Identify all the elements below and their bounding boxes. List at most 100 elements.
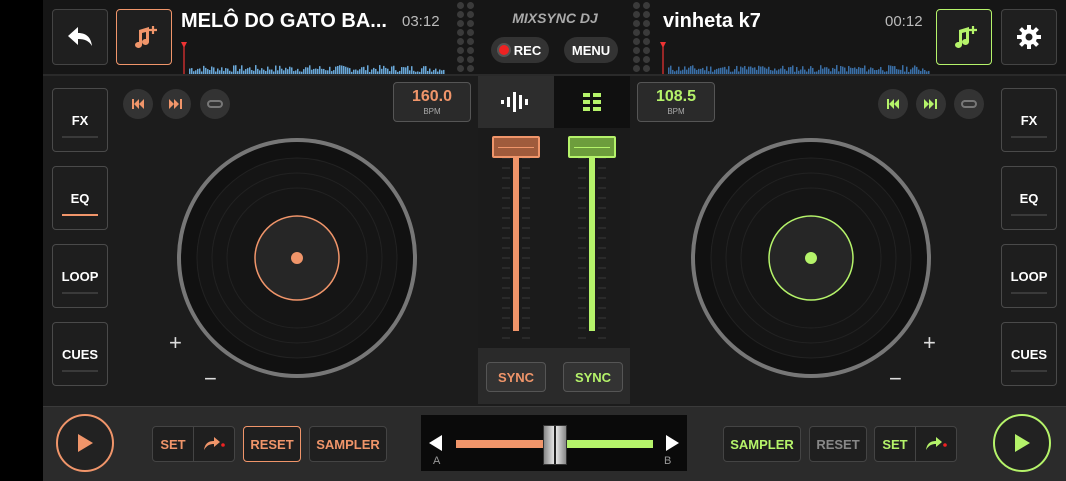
waveform-bar	[313, 68, 315, 74]
waveform-bar	[413, 70, 415, 74]
waveform-bar	[910, 69, 912, 74]
waveform-bar	[347, 67, 349, 74]
deck-b-eq-button[interactable]: EQ	[1001, 166, 1057, 230]
deck-a-next-button[interactable]	[161, 89, 191, 119]
deck-a-cue-jump-button[interactable]	[193, 426, 235, 462]
deck-b-turntable[interactable]	[690, 137, 932, 379]
waveform-bar	[898, 69, 900, 74]
deck-a-loop-button[interactable]: LOOP	[52, 244, 108, 308]
back-button[interactable]	[52, 9, 108, 65]
deck-b-add-music-button[interactable]	[936, 9, 992, 65]
deck-b-reset-button[interactable]: RESET	[809, 426, 867, 462]
waveform-bar	[239, 68, 241, 74]
waveform-bar	[429, 68, 431, 74]
deck-b-sampler-button[interactable]: SAMPLER	[723, 426, 801, 462]
waveform-bar	[892, 66, 894, 74]
deck-a-bpm-display[interactable]: 160.0 BPM	[393, 82, 471, 122]
deck-a-fader-handle[interactable]	[492, 136, 540, 158]
waveform-bar	[820, 65, 822, 74]
deck-b-fx-button[interactable]: FX	[1001, 88, 1057, 152]
deck-b-sync-button[interactable]: SYNC	[563, 362, 623, 392]
waveform-bar	[874, 70, 876, 74]
deck-a-reset-button[interactable]: RESET	[243, 426, 301, 462]
meter-dot	[467, 56, 474, 63]
cues-label: CUES	[1010, 346, 1048, 362]
deck-a-previous-button[interactable]	[123, 89, 153, 119]
crossfader[interactable]: A B	[421, 415, 687, 471]
menu-button[interactable]: MENU	[564, 37, 618, 63]
deck-b-loop-button[interactable]: LOOP	[1001, 244, 1057, 308]
deck-a-level-meter	[457, 2, 475, 74]
waveform-bar	[834, 68, 836, 74]
deck-b-next-button[interactable]	[916, 89, 946, 119]
waveform-bar	[301, 71, 303, 74]
deck-a-waveform[interactable]	[181, 40, 445, 74]
deck-b-cue-jump-button[interactable]	[915, 426, 957, 462]
waveform-bar	[443, 69, 445, 74]
deck-a-turntable[interactable]	[176, 137, 418, 379]
waveform-bar	[361, 67, 363, 74]
crossfader-left-arrow-icon[interactable]	[429, 435, 443, 451]
deck-a-eq-button[interactable]: EQ	[52, 166, 108, 230]
grid-icon	[583, 93, 601, 111]
waveform-bar	[696, 69, 698, 74]
deck-b-pitch-up-icon[interactable]: +	[923, 330, 936, 356]
deck-b-cue-set-button[interactable]: SET	[874, 426, 916, 462]
waveform-bar	[924, 69, 926, 74]
waveform-bar	[403, 67, 405, 74]
settings-button[interactable]	[1001, 9, 1057, 65]
deck-b-pitch-down-icon[interactable]: −	[889, 366, 902, 392]
deck-b-fader-handle[interactable]	[568, 136, 616, 158]
deck-b-loop-toggle[interactable]	[954, 89, 984, 119]
deck-a-add-music-button[interactable]	[116, 9, 172, 65]
crossfader-track-b	[561, 440, 653, 448]
crossfader-handle[interactable]	[543, 425, 567, 465]
waveform-bar	[760, 66, 762, 74]
deck-a-sync-button[interactable]: SYNC	[486, 362, 546, 392]
waveform-bar	[734, 69, 736, 74]
waveform-bar	[862, 68, 864, 74]
deck-b-previous-button[interactable]	[878, 89, 908, 119]
meter-dot	[457, 2, 464, 9]
deck-a-cue-set-button[interactable]: SET	[152, 426, 194, 462]
waveform-bar	[309, 65, 311, 74]
deck-b-bpm-display[interactable]: 108.5 BPM	[637, 82, 715, 122]
deck-a-pitch-up-icon[interactable]: +	[169, 330, 182, 356]
waveform-bar	[864, 65, 866, 74]
meter-dot	[467, 11, 474, 18]
waveform-bar	[884, 71, 886, 74]
waveform-bar	[251, 70, 253, 74]
waveform-bar	[283, 70, 285, 74]
waveform-bar	[916, 66, 918, 74]
waveform-bar	[858, 67, 860, 74]
deck-b-cues-button[interactable]: CUES	[1001, 322, 1057, 386]
deck-a-volume-fader[interactable]	[492, 136, 540, 336]
deck-a-sampler-button[interactable]: SAMPLER	[309, 426, 387, 462]
waveform-bar	[744, 66, 746, 74]
meter-dot	[457, 20, 464, 27]
waveform-bar	[299, 71, 301, 74]
deck-a-cues-button[interactable]: CUES	[52, 322, 108, 386]
waveform-bar	[189, 68, 191, 74]
waveform-bar	[802, 66, 804, 74]
deck-b-play-button[interactable]	[993, 414, 1051, 472]
deck-a-play-button[interactable]	[56, 414, 114, 472]
waveform-bar	[794, 71, 796, 74]
waveform-bar	[920, 70, 922, 74]
mixer-view-tab[interactable]	[478, 76, 554, 128]
waveform-bar	[704, 70, 706, 74]
bottom-bar: SET RESET SAMPLER A B SAMPLER RESET SET	[43, 406, 1066, 481]
deck-a-pitch-down-icon[interactable]: −	[204, 366, 217, 392]
deck-a-loop-toggle[interactable]	[200, 89, 230, 119]
grid-view-tab[interactable]	[554, 76, 630, 128]
deck-b-waveform[interactable]	[660, 40, 930, 74]
waveform-bar	[199, 68, 201, 74]
waveform-bar	[315, 68, 317, 74]
add-music-icon	[955, 26, 977, 48]
deck-a-fx-button[interactable]: FX	[52, 88, 108, 152]
deck-b-volume-fader[interactable]	[568, 136, 616, 336]
rec-button[interactable]: REC	[491, 37, 549, 63]
waveform-bar	[716, 68, 718, 74]
waveform-bar	[876, 69, 878, 74]
crossfader-right-arrow-icon[interactable]	[665, 435, 679, 451]
